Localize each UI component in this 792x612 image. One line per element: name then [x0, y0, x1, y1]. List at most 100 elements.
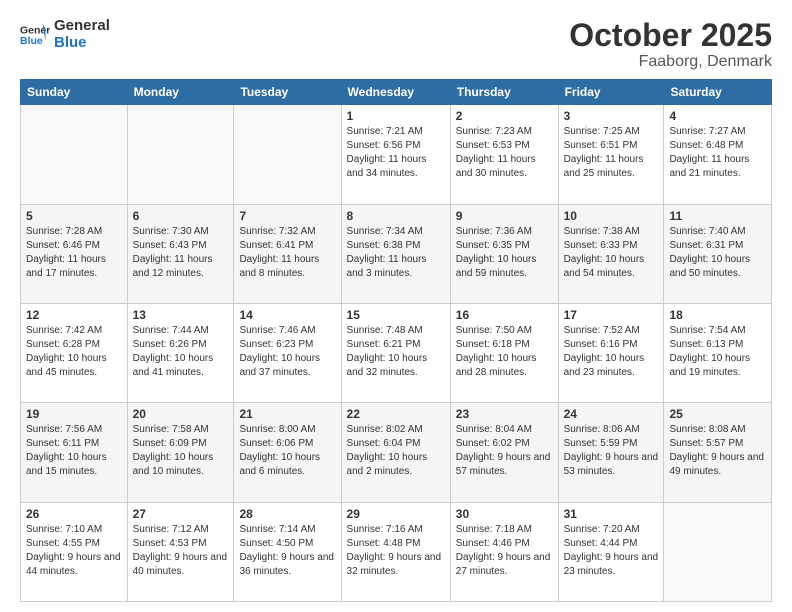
calendar-day: 14Sunrise: 7:46 AM Sunset: 6:23 PM Dayli… [234, 303, 341, 402]
day-number: 20 [133, 407, 229, 421]
day-number: 16 [456, 308, 553, 322]
calendar-week-5: 26Sunrise: 7:10 AM Sunset: 4:55 PM Dayli… [21, 502, 772, 601]
logo: General Blue General Blue [20, 18, 110, 51]
col-monday: Monday [127, 80, 234, 105]
calendar-day: 29 Sunrise: 7:16 AM Sunset: 4:48 PM Dayli… [341, 502, 450, 601]
day-number: 4 [669, 109, 766, 123]
day-info: Sunrise: 7:14 AM Sunset: 4:50 PM Dayligh… [239, 523, 335, 579]
day-number: 27 [133, 507, 229, 521]
day-number: 10 [564, 209, 659, 223]
col-wednesday: Wednesday [341, 80, 450, 105]
day-number: 25 [669, 407, 766, 421]
col-friday: Friday [558, 80, 664, 105]
day-number: 2 [456, 109, 553, 123]
calendar-day: 19 Sunrise: 7:56 AM Sunset: 6:11 PM Dayli… [21, 403, 128, 502]
day-info: Sunrise: 7:27 AM Sunset: 6:48 PM Dayligh… [669, 125, 766, 181]
calendar-day: 10 Sunrise: 7:38 AM Sunset: 6:33 PM Dayli… [558, 204, 664, 303]
calendar-day [127, 105, 234, 204]
calendar-day [664, 502, 772, 601]
day-number: 1 [347, 109, 445, 123]
day-number: 6 [133, 209, 229, 223]
day-info: Sunrise: 7:38 AM Sunset: 6:33 PM Dayligh… [564, 225, 659, 281]
calendar-day: 1 Sunrise: 7:21 AM Sunset: 6:56 PM Daylig… [341, 105, 450, 204]
calendar-day: 15Sunrise: 7:48 AM Sunset: 6:21 PM Dayli… [341, 303, 450, 402]
day-number: 14 [239, 308, 335, 322]
calendar-day: 17Sunrise: 7:52 AM Sunset: 6:16 PM Dayli… [558, 303, 664, 402]
calendar-day: 5 Sunrise: 7:28 AM Sunset: 6:46 PM Daylig… [21, 204, 128, 303]
day-info: Sunrise: 7:40 AM Sunset: 6:31 PM Dayligh… [669, 225, 766, 281]
day-number: 31 [564, 507, 659, 521]
day-number: 19 [26, 407, 122, 421]
calendar-day: 21Sunrise: 8:00 AM Sunset: 6:06 PM Dayli… [234, 403, 341, 502]
day-info: Sunrise: 7:32 AM Sunset: 6:41 PM Dayligh… [239, 225, 335, 281]
day-number: 11 [669, 209, 766, 223]
calendar-day: 2Sunrise: 7:23 AM Sunset: 6:53 PM Daylig… [450, 105, 558, 204]
day-info: Sunrise: 7:58 AM Sunset: 6:09 PM Dayligh… [133, 423, 229, 479]
day-info: Sunrise: 8:06 AM Sunset: 5:59 PM Dayligh… [564, 423, 659, 479]
calendar-day: 16 Sunrise: 7:50 AM Sunset: 6:18 PM Dayli… [450, 303, 558, 402]
day-number: 29 [347, 507, 445, 521]
day-number: 18 [669, 308, 766, 322]
day-number: 22 [347, 407, 445, 421]
day-number: 30 [456, 507, 553, 521]
day-info: Sunrise: 7:20 AM Sunset: 4:44 PM Dayligh… [564, 523, 659, 579]
col-saturday: Saturday [664, 80, 772, 105]
day-info: Sunrise: 7:52 AM Sunset: 6:16 PM Dayligh… [564, 324, 659, 380]
col-thursday: Thursday [450, 80, 558, 105]
header: General Blue General Blue October 2025 F… [20, 18, 772, 71]
month-title: October 2025 [569, 18, 772, 53]
calendar-day: 23Sunrise: 8:04 AM Sunset: 6:02 PM Dayli… [450, 403, 558, 502]
day-info: Sunrise: 7:10 AM Sunset: 4:55 PM Dayligh… [26, 523, 122, 579]
calendar-day: 31 Sunrise: 7:20 AM Sunset: 4:44 PM Dayli… [558, 502, 664, 601]
day-number: 21 [239, 407, 335, 421]
day-info: Sunrise: 7:16 AM Sunset: 4:48 PM Dayligh… [347, 523, 445, 579]
day-info: Sunrise: 7:28 AM Sunset: 6:46 PM Dayligh… [26, 225, 122, 281]
day-number: 12 [26, 308, 122, 322]
day-number: 8 [347, 209, 445, 223]
col-sunday: Sunday [21, 80, 128, 105]
logo-general: General [54, 18, 110, 35]
calendar-day [234, 105, 341, 204]
day-info: Sunrise: 7:54 AM Sunset: 6:13 PM Dayligh… [669, 324, 766, 380]
day-number: 15 [347, 308, 445, 322]
day-info: Sunrise: 7:21 AM Sunset: 6:56 PM Dayligh… [347, 125, 445, 181]
day-number: 5 [26, 209, 122, 223]
day-info: Sunrise: 7:44 AM Sunset: 6:26 PM Dayligh… [133, 324, 229, 380]
logo-blue: Blue [54, 35, 110, 52]
calendar-week-3: 12Sunrise: 7:42 AM Sunset: 6:28 PM Dayli… [21, 303, 772, 402]
calendar-day [21, 105, 128, 204]
calendar-day: 3Sunrise: 7:25 AM Sunset: 6:51 PM Daylig… [558, 105, 664, 204]
header-row: Sunday Monday Tuesday Wednesday Thursday… [21, 80, 772, 105]
day-info: Sunrise: 7:12 AM Sunset: 4:53 PM Dayligh… [133, 523, 229, 579]
calendar-day: 9Sunrise: 7:36 AM Sunset: 6:35 PM Daylig… [450, 204, 558, 303]
calendar-day: 4 Sunrise: 7:27 AM Sunset: 6:48 PM Daylig… [664, 105, 772, 204]
svg-text:Blue: Blue [20, 35, 43, 47]
day-number: 9 [456, 209, 553, 223]
calendar-day: 24Sunrise: 8:06 AM Sunset: 5:59 PM Dayli… [558, 403, 664, 502]
day-info: Sunrise: 7:30 AM Sunset: 6:43 PM Dayligh… [133, 225, 229, 281]
page: General Blue General Blue October 2025 F… [0, 0, 792, 612]
title-block: October 2025 Faaborg, Denmark [569, 18, 772, 71]
calendar-day: 7 Sunrise: 7:32 AM Sunset: 6:41 PM Daylig… [234, 204, 341, 303]
day-info: Sunrise: 8:08 AM Sunset: 5:57 PM Dayligh… [669, 423, 766, 479]
day-info: Sunrise: 7:56 AM Sunset: 6:11 PM Dayligh… [26, 423, 122, 479]
day-info: Sunrise: 7:50 AM Sunset: 6:18 PM Dayligh… [456, 324, 553, 380]
calendar-day: 6 Sunrise: 7:30 AM Sunset: 6:43 PM Daylig… [127, 204, 234, 303]
calendar-day: 20 Sunrise: 7:58 AM Sunset: 6:09 PM Dayli… [127, 403, 234, 502]
day-number: 7 [239, 209, 335, 223]
day-info: Sunrise: 7:34 AM Sunset: 6:38 PM Dayligh… [347, 225, 445, 281]
calendar-day: 26Sunrise: 7:10 AM Sunset: 4:55 PM Dayli… [21, 502, 128, 601]
calendar-week-2: 5 Sunrise: 7:28 AM Sunset: 6:46 PM Daylig… [21, 204, 772, 303]
calendar-day: 25 Sunrise: 8:08 AM Sunset: 5:57 PM Dayli… [664, 403, 772, 502]
location: Faaborg, Denmark [569, 53, 772, 71]
calendar-day: 22 Sunrise: 8:02 AM Sunset: 6:04 PM Dayli… [341, 403, 450, 502]
logo-icon: General Blue [20, 20, 50, 50]
col-tuesday: Tuesday [234, 80, 341, 105]
calendar-day: 28Sunrise: 7:14 AM Sunset: 4:50 PM Dayli… [234, 502, 341, 601]
day-info: Sunrise: 7:18 AM Sunset: 4:46 PM Dayligh… [456, 523, 553, 579]
day-info: Sunrise: 8:02 AM Sunset: 6:04 PM Dayligh… [347, 423, 445, 479]
day-number: 23 [456, 407, 553, 421]
calendar-week-1: 1 Sunrise: 7:21 AM Sunset: 6:56 PM Daylig… [21, 105, 772, 204]
calendar-day: 13Sunrise: 7:44 AM Sunset: 6:26 PM Dayli… [127, 303, 234, 402]
calendar-day: 8 Sunrise: 7:34 AM Sunset: 6:38 PM Daylig… [341, 204, 450, 303]
